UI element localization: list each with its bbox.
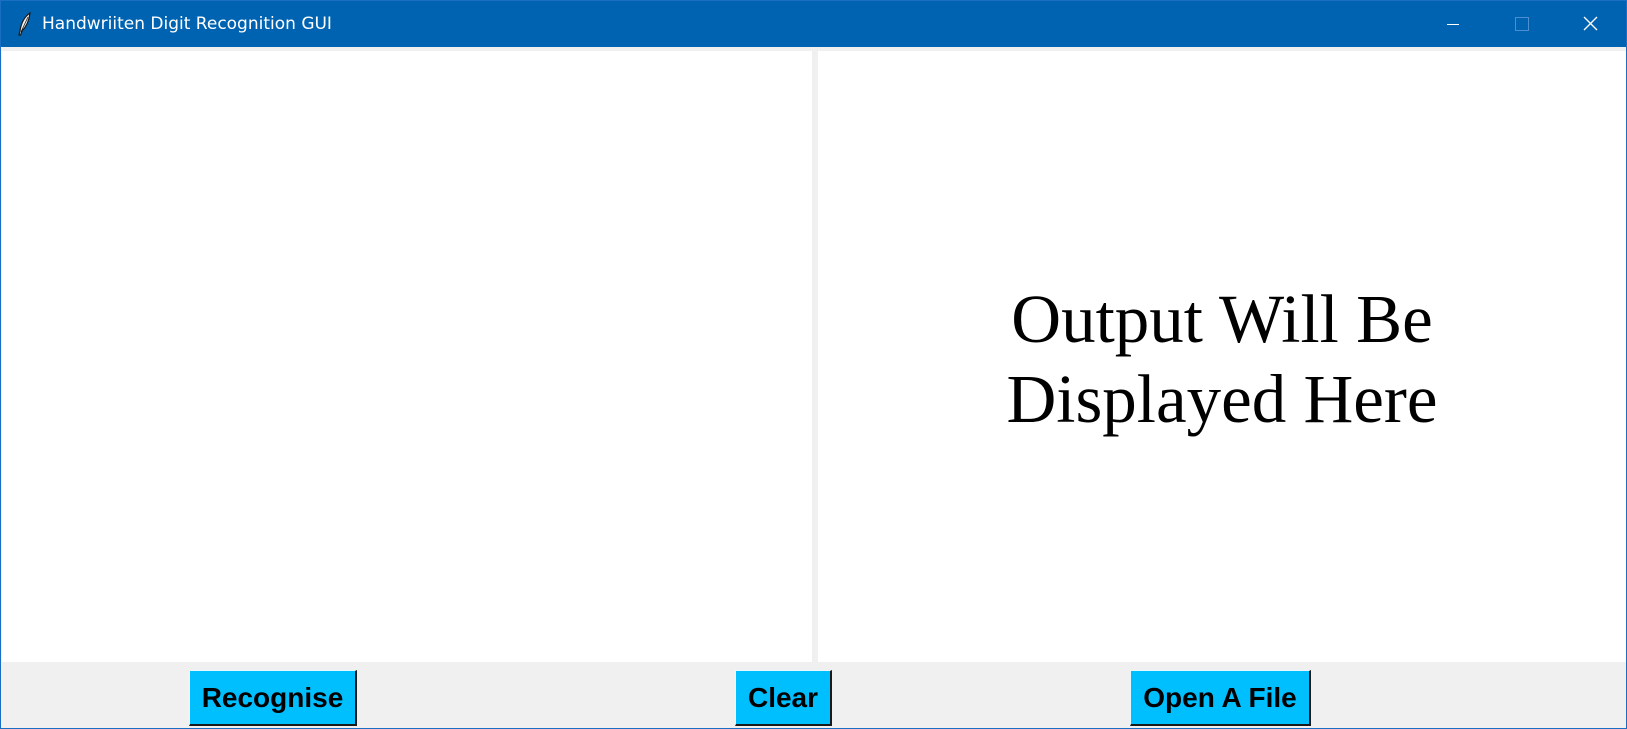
feather-icon	[15, 11, 35, 37]
window-title: Handwriiten Digit Recognition GUI	[42, 14, 332, 34]
maximize-icon	[1515, 17, 1529, 31]
clear-button[interactable]: Clear	[735, 670, 832, 726]
output-line-2: Displayed Here	[1006, 360, 1438, 437]
title-bar[interactable]: Handwriiten Digit Recognition GUI	[1, 1, 1626, 47]
close-icon	[1583, 16, 1598, 31]
output-text: Output Will Be Displayed Here	[818, 51, 1626, 662]
close-button[interactable]	[1558, 1, 1626, 47]
maximize-button[interactable]	[1487, 1, 1555, 47]
minimize-button[interactable]	[1419, 1, 1487, 47]
output-panel: Output Will Be Displayed Here	[818, 51, 1626, 662]
drawing-canvas[interactable]	[2, 51, 812, 662]
minimize-icon	[1447, 24, 1459, 25]
button-bar: Recognise Clear Open A File	[1, 662, 1626, 728]
recognise-button[interactable]: Recognise	[189, 670, 357, 726]
open-file-button[interactable]: Open A File	[1130, 670, 1311, 726]
output-line-1: Output Will Be	[1011, 280, 1433, 357]
app-window: Handwriiten Digit Recognition GUI Output…	[0, 0, 1627, 729]
